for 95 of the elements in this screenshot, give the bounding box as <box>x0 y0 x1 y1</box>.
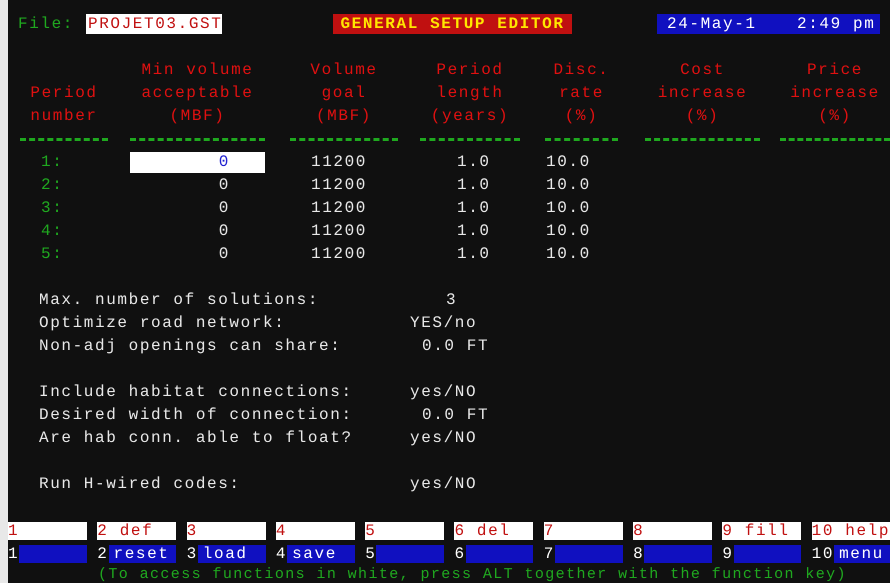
function-key[interactable] <box>19 545 87 563</box>
function-key[interactable] <box>734 545 802 563</box>
min-volume-field[interactable]: 0 <box>130 220 265 243</box>
function-key[interactable]: 2 def <box>97 522 176 540</box>
key-number: 7 <box>544 545 555 563</box>
column-header: (%) <box>686 106 720 127</box>
table-cell-text: 11200 <box>310 198 368 219</box>
period-number: 3: <box>40 198 64 219</box>
table-cell-text: 1.0 <box>456 244 492 265</box>
column-header: increase <box>790 83 880 104</box>
hint-text: (To access functions in white, press ALT together with the function key) <box>98 567 848 583</box>
function-key[interactable] <box>644 545 712 563</box>
table-cell-text: 10.0 <box>545 244 592 265</box>
key-number: 3 <box>186 545 198 563</box>
column-header: Volume <box>310 60 378 81</box>
function-key[interactable]: 7 <box>544 522 623 540</box>
table-cell-text: 10.0 <box>545 152 592 173</box>
column-header: (%) <box>818 106 852 127</box>
key-number: 8 <box>633 545 644 563</box>
key-number: 5 <box>365 545 376 563</box>
column-header: Cost <box>680 60 725 81</box>
table-cell-text: 1.0 <box>456 198 492 219</box>
setting-label: Non-adj openings can share: <box>39 336 342 357</box>
function-key[interactable]: 9 fill <box>722 522 802 540</box>
key-number: 9 <box>722 545 734 563</box>
table-cell-text: 11200 <box>310 244 368 265</box>
period-number: 2: <box>40 175 64 196</box>
setting-label: Include habitat connections: <box>39 382 354 403</box>
table-cell-text: 1.0 <box>456 175 492 196</box>
function-key[interactable]: 10 help <box>812 522 890 540</box>
key-number: 10 <box>812 545 834 563</box>
column-header: (MBF) <box>169 106 226 127</box>
period-number: 4: <box>40 221 64 242</box>
table-cell-text: 1.0 <box>456 221 492 242</box>
time-text: 2:49 pm <box>797 14 876 34</box>
setting-label: Are hab conn. able to float? <box>39 428 354 449</box>
column-header: (years) <box>430 106 510 127</box>
function-key[interactable]: save <box>287 545 355 563</box>
editor-title: GENERAL SETUP EDITOR <box>333 14 572 34</box>
column-header: length <box>436 83 504 104</box>
function-key[interactable]: 6 del <box>454 522 534 540</box>
column-header: (MBF) <box>316 106 372 127</box>
setting-label: Optimize road network: <box>39 313 286 334</box>
setting-value[interactable]: yes/NO <box>410 381 478 404</box>
period-number: 5: <box>40 244 64 265</box>
function-key[interactable] <box>466 545 534 563</box>
setting-value[interactable]: 3 <box>410 289 458 312</box>
function-key[interactable]: 4 <box>276 522 355 540</box>
column-header: increase <box>658 83 748 104</box>
column-header: goal <box>322 83 366 104</box>
function-key[interactable] <box>376 545 444 563</box>
date-text: 24-May-1 <box>667 14 758 34</box>
setting-value[interactable]: 0.0 FT <box>410 335 490 358</box>
function-key[interactable]: load <box>198 545 266 563</box>
setting-label: Max. number of solutions: <box>39 290 320 311</box>
file-name-field[interactable]: PROJET03.GST <box>86 14 222 34</box>
table-cell-text: 11200 <box>310 152 368 173</box>
column-header: Period <box>436 60 504 81</box>
setting-label: Desired width of connection: <box>39 405 354 426</box>
column-header: rate <box>559 83 604 104</box>
function-key[interactable]: 5 <box>365 522 444 540</box>
column-header: number <box>30 106 98 127</box>
setting-value[interactable]: yes/NO <box>410 427 478 450</box>
table-cell-text: 10.0 <box>545 175 592 196</box>
table-cell-text: 10.0 <box>545 221 592 242</box>
table-cell-text: 11200 <box>310 175 368 196</box>
setting-value[interactable]: YES/no <box>410 312 478 335</box>
function-key[interactable]: 1 <box>8 522 87 540</box>
key-number: 6 <box>454 545 466 563</box>
setting-value[interactable]: 0.0 FT <box>410 404 490 427</box>
period-number: 1: <box>40 152 64 173</box>
setting-label: Run H-wired codes: <box>39 474 242 495</box>
column-header: Price <box>806 60 863 81</box>
column-header: Period <box>30 83 98 104</box>
function-key[interactable]: 3 <box>186 522 266 540</box>
min-volume-field[interactable]: 0 <box>130 152 265 173</box>
column-header: Disc. <box>553 60 610 81</box>
column-header: (%) <box>564 106 598 127</box>
table-cell-text: 1.0 <box>456 152 492 173</box>
function-key[interactable]: 8 <box>633 522 712 540</box>
table-cell-text: 11200 <box>310 221 368 242</box>
function-key[interactable] <box>554 545 623 563</box>
table-cell-text: 10.0 <box>545 198 592 219</box>
key-number: 4 <box>276 545 288 563</box>
key-number: 2 <box>97 545 108 563</box>
column-header: acceptable <box>141 83 254 104</box>
function-key[interactable]: reset <box>108 545 176 563</box>
key-number: 1 <box>8 545 20 563</box>
setting-value[interactable]: yes/NO <box>410 473 478 496</box>
min-volume-field[interactable]: 0 <box>130 197 265 220</box>
function-key[interactable]: menu <box>834 545 890 563</box>
min-volume-field[interactable]: 0 <box>130 174 265 197</box>
min-volume-field[interactable]: 0 <box>130 243 265 266</box>
column-header: Min volume <box>141 60 254 81</box>
file-label: File: <box>18 15 76 33</box>
